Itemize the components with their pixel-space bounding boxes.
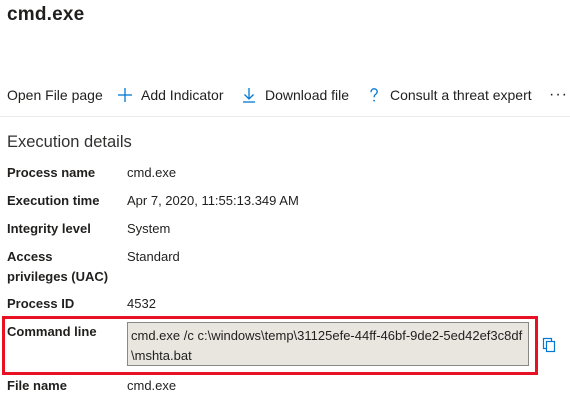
toolbar-divider xyxy=(0,116,570,117)
process-id-value: 4532 xyxy=(127,296,156,311)
more-icon: ··· xyxy=(549,86,568,103)
open-file-page-label: Open File page xyxy=(7,87,103,103)
download-file-button[interactable]: Download file xyxy=(240,74,349,116)
open-file-page-button[interactable]: Open File page xyxy=(7,74,103,116)
process-name-label: Process name xyxy=(7,165,96,180)
page-title: cmd.exe xyxy=(7,4,85,25)
command-line-label: Command line xyxy=(7,324,97,339)
access-privileges-label: Access privileges (UAC) xyxy=(7,247,108,287)
process-id-label: Process ID xyxy=(7,296,75,311)
execution-time-value: Apr 7, 2020, 11:55:13.349 AM xyxy=(127,193,299,208)
integrity-level-label: Integrity level xyxy=(7,221,91,236)
download-icon xyxy=(240,86,258,104)
access-privileges-value: Standard xyxy=(127,249,180,264)
integrity-level-value: System xyxy=(127,221,171,236)
consult-threat-expert-button[interactable]: Consult a threat expert xyxy=(365,74,532,116)
access-privileges-label-line1: Access xyxy=(7,249,53,264)
process-name-value: cmd.exe xyxy=(127,165,177,180)
question-mark-icon xyxy=(365,86,383,104)
section-title: Execution details xyxy=(7,133,132,151)
copy-icon[interactable] xyxy=(541,337,557,353)
consult-threat-expert-label: Consult a threat expert xyxy=(390,87,532,103)
action-toolbar: Open File page Add Indicator Download fi… xyxy=(0,74,570,116)
access-privileges-label-line2: privileges (UAC) xyxy=(7,269,109,284)
download-file-label: Download file xyxy=(265,87,350,103)
execution-details-panel: cmd.exe Open File page Add Indicator Dow… xyxy=(0,0,570,399)
file-name-value: cmd.exe xyxy=(127,378,177,393)
file-name-label: File name xyxy=(7,378,67,393)
more-actions-button[interactable]: ··· xyxy=(549,74,568,116)
plus-icon xyxy=(116,86,134,104)
add-indicator-button[interactable]: Add Indicator xyxy=(116,74,224,116)
add-indicator-label: Add Indicator xyxy=(141,87,224,103)
command-line-value[interactable]: cmd.exe /c c:\windows\temp\31125efe-44ff… xyxy=(127,322,529,366)
execution-time-label: Execution time xyxy=(7,193,100,208)
